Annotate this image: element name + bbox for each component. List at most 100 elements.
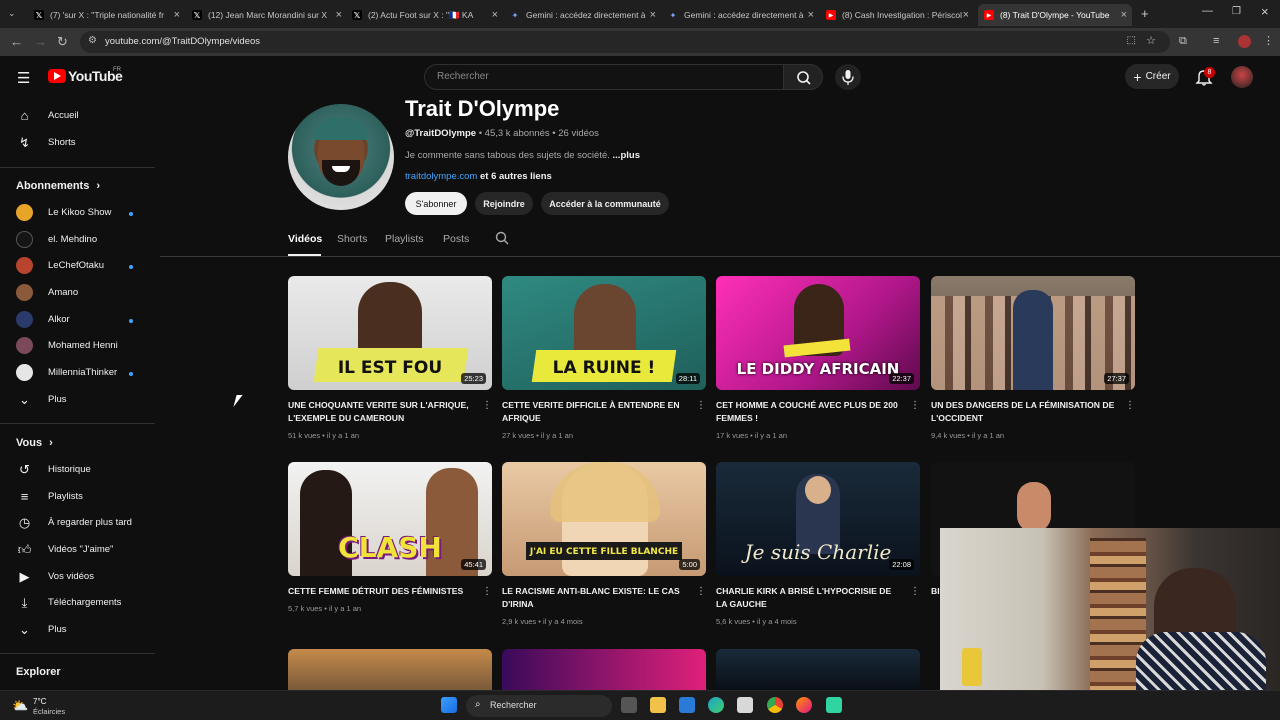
description-more[interactable]: ...plus [613,150,640,161]
more-options-icon[interactable]: ⋮ [482,400,492,411]
close-tab-icon[interactable]: × [650,9,656,21]
back-icon[interactable]: ← [10,34,23,49]
media-controls-icon[interactable]: ≡ [1213,35,1219,47]
join-button[interactable]: Rejoindre [475,192,533,215]
minimize-icon[interactable]: — [1202,5,1213,17]
more-options-icon[interactable]: ⋮ [482,586,492,597]
create-button[interactable]: + Créer [1125,64,1179,89]
close-tab-icon[interactable]: × [808,9,814,21]
video-title[interactable]: CET HOMME A COUCHÉ AVEC PLUS DE 200 FEMM… [716,399,902,425]
extensions-icon[interactable]: ⧉ [1179,35,1187,48]
maximize-icon[interactable]: ❐ [1232,6,1241,17]
video-title[interactable]: LE RACISME ANTI-BLANC EXISTE: LE CAS D'I… [502,585,688,611]
browser-tab[interactable]: ✦ Gemini : accédez directement à × [510,4,656,26]
sidebar-item-more-subscriptions[interactable]: ⌄ Plus [0,387,155,413]
video-thumbnail[interactable]: Je suis Charlie 22:08 [716,462,920,576]
forward-icon[interactable]: → [34,34,47,49]
close-tab-icon[interactable]: × [963,9,969,21]
more-options-icon[interactable]: ⋮ [910,400,920,411]
weather-icon[interactable]: ⛅ [12,698,28,714]
video-thumbnail[interactable] [502,649,706,690]
you-heading[interactable]: Vous › [16,437,53,449]
sidebar-item-subscription[interactable]: LeChefOtaku [0,253,155,279]
video-thumbnail[interactable]: J'AI EU CETTE FILLE BLANCHE 5:00 [502,462,706,576]
sidebar-item-subscription[interactable]: Amano [0,280,155,306]
video-thumbnail[interactable]: IL EST FOU 25:23 [288,276,492,390]
search-button[interactable] [783,64,823,90]
browser-tab[interactable]: 𝕏 (12) Jean Marc Morandini sur X × [192,4,342,26]
voice-search-button[interactable] [835,64,861,90]
community-button[interactable]: Accéder à la communauté [541,192,669,215]
close-tab-icon[interactable]: × [1121,9,1127,21]
video-thumbnail[interactable]: CLASH 45:41 [288,462,492,576]
guide-menu-icon[interactable]: ☰ [17,69,30,87]
browser-tab-active[interactable]: ▶ (8) Trait D'Olympe - YouTube × [978,4,1132,26]
sidebar-item-subscription[interactable]: Le Kikoo Show [0,200,155,226]
sidebar-item-shorts[interactable]: ↯ Shorts [0,130,155,156]
tab-shorts[interactable]: Shorts [337,233,367,245]
video-thumbnail[interactable]: LA RUINE ! 28:11 [502,276,706,390]
subscribe-button[interactable]: S'abonner [405,192,467,215]
account-avatar[interactable] [1231,66,1253,88]
taskbar-search[interactable]: ⌕ Rechercher [466,695,612,717]
sidebar-item-subscription[interactable]: MillenniaThinker [0,360,155,386]
close-tab-icon[interactable]: × [492,9,498,21]
tab-videos[interactable]: Vidéos [288,233,322,245]
install-app-icon[interactable]: ⬚ [1127,35,1136,46]
sidebar-item-playlists[interactable]: ≡ Playlists [0,484,155,510]
close-tab-icon[interactable]: × [174,9,180,21]
file-explorer-icon[interactable] [650,697,666,713]
video-title[interactable]: UN DES DANGERS DE LA FÉMINISATION DE L'O… [931,399,1117,425]
video-thumbnail[interactable]: LE DIDDY AFRICAIN 22:37 [716,276,920,390]
sidebar-item-liked[interactable]: 👍︎ Vidéos "J'aime" [0,537,155,563]
sidebar-item-subscription[interactable]: el. Mehdino [0,227,155,253]
sidebar-item-subscription[interactable]: Alkor [0,307,155,333]
search-input[interactable]: Rechercher [424,64,784,90]
sidebar-item-watch-later[interactable]: ◷ À regarder plus tard [0,510,155,536]
store-icon[interactable] [679,697,695,713]
video-title[interactable]: CETTE FEMME DÉTRUIT DES FÉMINISTES [288,585,474,598]
sidebar-item-more-you[interactable]: ⌄ Plus [0,617,155,643]
sidebar-item-history[interactable]: ↺ Historique [0,457,155,483]
edge-icon[interactable] [708,697,724,713]
sidebar-item-home[interactable]: ⌂ Accueil [0,103,155,129]
new-tab-icon[interactable]: + [1141,6,1149,21]
windows-start-icon[interactable] [441,697,457,713]
channel-search-icon[interactable] [494,230,510,251]
subscriptions-heading[interactable]: Abonnements › [16,180,100,192]
more-options-icon[interactable]: ⋮ [696,586,706,597]
site-info-icon[interactable]: ⚙ [88,35,97,46]
more-options-icon[interactable]: ⋮ [696,400,706,411]
browser-menu-icon[interactable]: ⋮ [1263,34,1274,47]
browser-tab[interactable]: ▶ (8) Cash Investigation : Périscol × [826,4,969,26]
sidebar-item-subscription[interactable]: Mohamed Henni [0,333,155,359]
video-title[interactable]: CETTE VERITE DIFFICILE À ENTENDRE EN AFR… [502,399,688,425]
video-thumbnail[interactable]: 27:37 [931,276,1135,390]
chrome-icon[interactable] [767,697,783,713]
sidebar-item-downloads[interactable]: ⤓ Téléchargements [0,590,155,616]
browser-tab[interactable]: ✦ Gemini : accédez directement à × [668,4,814,26]
sidebar-item-your-videos[interactable]: ▶ Vos vidéos [0,564,155,590]
weather-temperature[interactable]: 7°C [33,697,46,706]
url-field[interactable]: ⚙ youtube.com/@TraitDOlympe/videos ⬚ ☆ [80,31,1170,53]
video-title[interactable]: CHARLIE KIRK A BRISÉ L'HYPOCRISIE DE LA … [716,585,902,611]
bookmark-star-icon[interactable]: ☆ [1146,34,1156,47]
browser-tab[interactable]: 𝕏 (2) Actu Foot sur X : "🇫🇷 KA × [352,4,498,26]
video-thumbnail[interactable] [288,649,492,690]
video-title[interactable]: UNE CHOQUANTE VERITE SUR L'AFRIQUE, L'EX… [288,399,474,425]
profile-icon[interactable] [1238,35,1251,48]
video-title[interactable]: BI... [931,585,940,598]
browser-tab[interactable]: 𝕏 (7) 'sur X : "Triple nationalité fr × [34,4,180,26]
close-window-icon[interactable]: × [1261,4,1269,19]
tab-list-icon[interactable]: ⌄ [8,8,16,19]
more-options-icon[interactable]: ⋮ [1125,400,1135,411]
more-options-icon[interactable]: ⋮ [910,586,920,597]
reload-icon[interactable]: ↻ [57,34,68,50]
channel-avatar-large[interactable] [288,104,394,210]
channel-more-links[interactable]: et 6 autres liens [480,171,552,182]
close-tab-icon[interactable]: × [336,9,342,21]
app-icon[interactable] [826,697,842,713]
firefox-icon[interactable] [796,697,812,713]
tab-playlists[interactable]: Playlists [385,233,424,245]
tab-posts[interactable]: Posts [443,233,469,245]
